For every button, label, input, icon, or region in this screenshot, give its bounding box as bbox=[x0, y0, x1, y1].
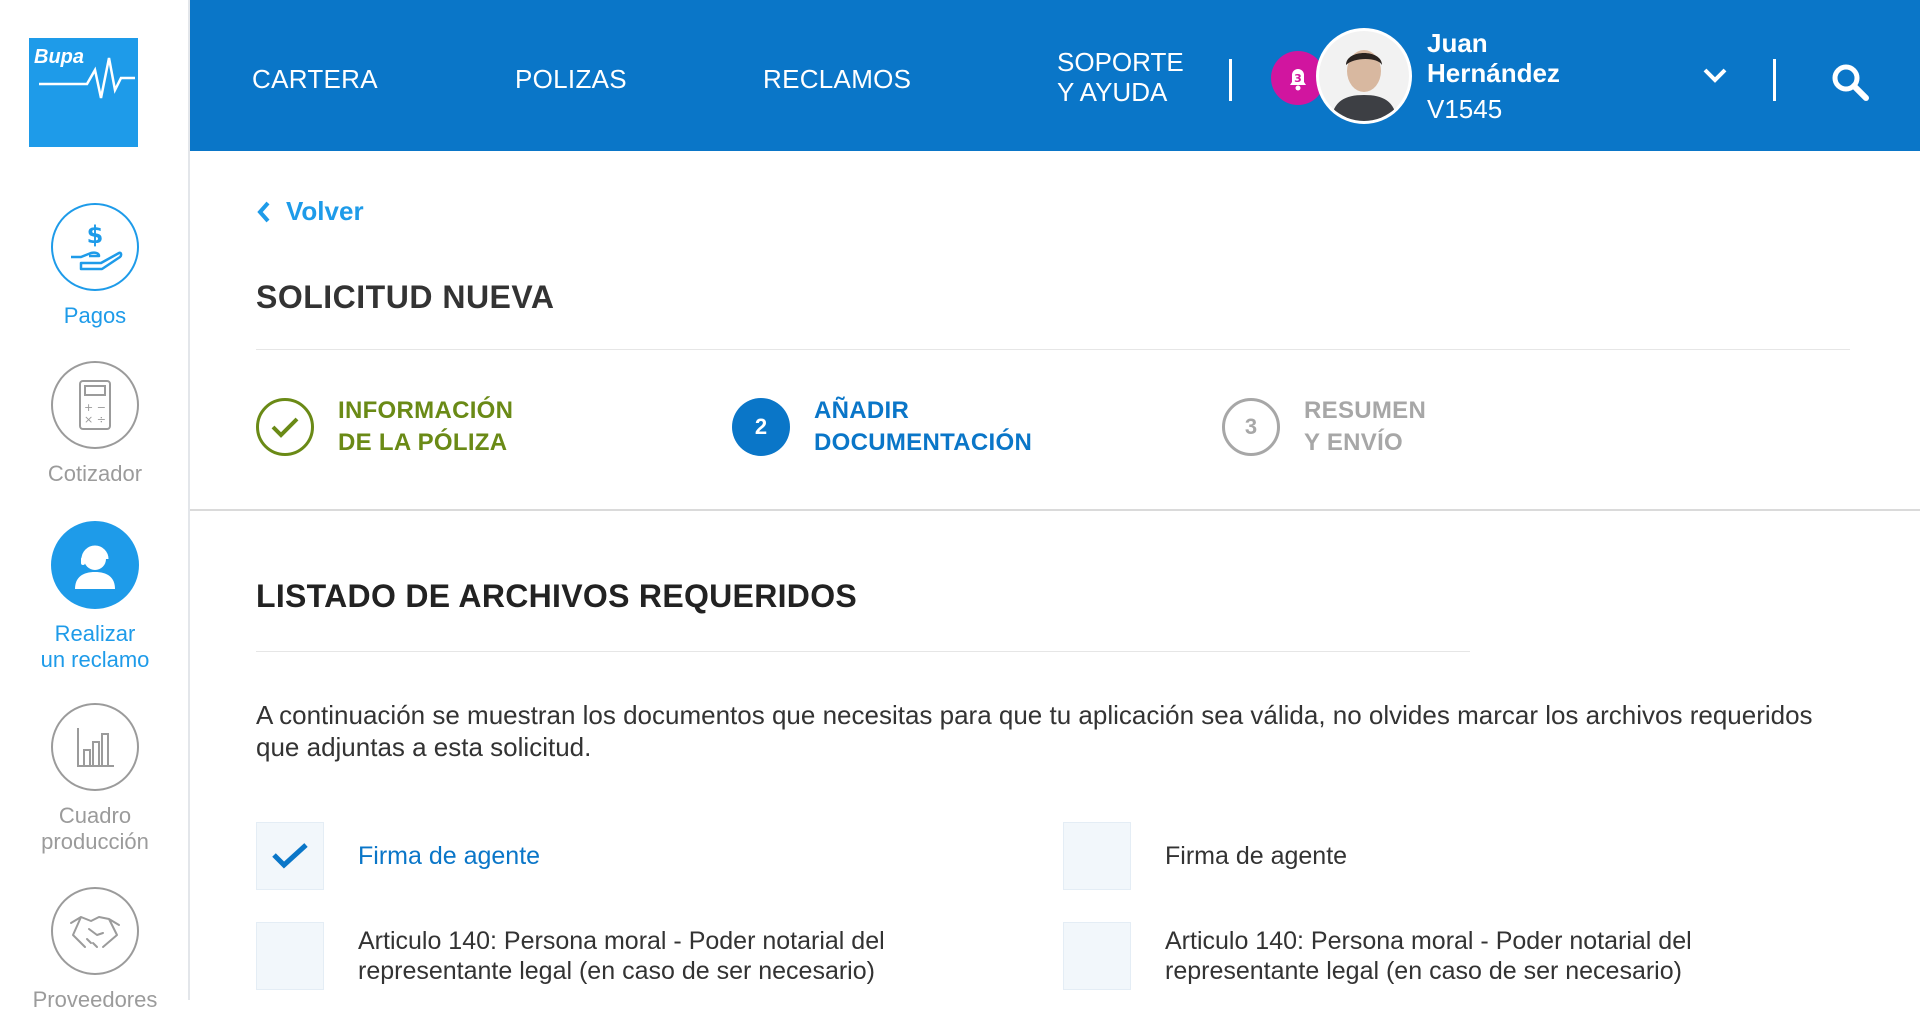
document-label-line: Articulo 140: Persona moral - Poder nota… bbox=[358, 927, 885, 955]
label-line: un reclamo bbox=[40, 647, 150, 672]
document-label: Articulo 140: Persona moral - Poder nota… bbox=[1165, 922, 1692, 986]
nav-polizas[interactable]: POLIZAS bbox=[515, 64, 627, 95]
check-icon bbox=[256, 398, 314, 456]
step-label-line: DOCUMENTACIÓN bbox=[814, 429, 1033, 456]
nav-reclamos[interactable]: RECLAMOS bbox=[763, 64, 911, 95]
sidebar-item-proveedores[interactable]: Proveedores bbox=[0, 887, 190, 1013]
divider bbox=[1773, 59, 1776, 101]
bupa-logo[interactable]: Bupa bbox=[29, 38, 138, 147]
document-item[interactable]: Articulo 140: Persona moral - Poder nota… bbox=[1063, 922, 1692, 990]
chevron-left-icon bbox=[257, 201, 270, 222]
search-icon[interactable] bbox=[1830, 62, 1870, 107]
user-name[interactable]: Juan Hernández bbox=[1427, 28, 1627, 88]
sidebar-item-reclamo[interactable]: Realizar un reclamo bbox=[0, 521, 190, 673]
user-code: V1545 bbox=[1427, 94, 1503, 124]
divider bbox=[190, 509, 1920, 511]
avatar[interactable] bbox=[1316, 28, 1412, 124]
document-item[interactable]: Firma de agente bbox=[256, 822, 540, 890]
step-number: 2 bbox=[732, 398, 790, 456]
step-label: AÑADIR DOCUMENTACIÓN bbox=[814, 395, 1032, 459]
support-agent-icon bbox=[51, 521, 139, 609]
document-label-line: representante legal (en caso de ser nece… bbox=[1165, 957, 1682, 985]
document-item[interactable]: Firma de agente bbox=[1063, 822, 1347, 890]
divider bbox=[256, 651, 1470, 652]
sidebar-item-pagos[interactable]: $ Pagos bbox=[0, 203, 190, 329]
svg-text:× ÷: × ÷ bbox=[84, 413, 106, 426]
sidebar-item-label: Pagos bbox=[63, 303, 127, 328]
sidebar-item-label: Cuadro producción bbox=[0, 803, 190, 855]
nav-line: Y AYUDA bbox=[1057, 77, 1168, 107]
step-label-line: AÑADIR bbox=[814, 397, 910, 424]
back-label: Volver bbox=[286, 196, 364, 226]
step-label: RESUMEN Y ENVÍO bbox=[1304, 395, 1426, 459]
sidebar-item-cotizador[interactable]: + − × ÷ Cotizador bbox=[0, 361, 190, 487]
step-resumen-envio: 3 RESUMEN Y ENVÍO bbox=[1222, 395, 1426, 459]
payment-hand-icon: $ bbox=[51, 203, 139, 291]
label-line: producción bbox=[41, 829, 149, 854]
step-label-line: INFORMACIÓN bbox=[338, 397, 514, 424]
chevron-down-icon[interactable] bbox=[1702, 66, 1728, 89]
top-navigation-bar: CARTERA POLIZAS RECLAMOS SOPORTE Y AYUDA… bbox=[190, 0, 1920, 151]
sidebar-item-label: Realizar un reclamo bbox=[0, 621, 190, 673]
label-line: Realizar bbox=[54, 621, 136, 646]
page-title: SOLICITUD NUEVA bbox=[256, 279, 555, 315]
document-item[interactable]: Articulo 140: Persona moral - Poder nota… bbox=[256, 922, 885, 990]
nav-soporte-ayuda[interactable]: SOPORTE Y AYUDA bbox=[1057, 47, 1184, 107]
step-informacion-poliza: INFORMACIÓN DE LA PÓLIZA bbox=[256, 395, 513, 459]
user-last-name: Hernández bbox=[1427, 58, 1560, 88]
description-text: A continuación se muestran los documento… bbox=[256, 700, 1813, 762]
handshake-icon bbox=[51, 887, 139, 975]
back-link[interactable]: Volver bbox=[256, 196, 364, 227]
checkmark-icon bbox=[272, 843, 308, 869]
user-first-name: Juan bbox=[1427, 28, 1488, 58]
document-label: Firma de agente bbox=[1165, 842, 1348, 870]
document-label: Articulo 140: Persona moral - Poder nota… bbox=[358, 922, 885, 986]
sidebar-item-cuadro-produccion[interactable]: Cuadro producción bbox=[0, 703, 190, 855]
step-label-line: RESUMEN bbox=[1304, 397, 1427, 424]
document-label-line: Articulo 140: Persona moral - Poder nota… bbox=[1165, 927, 1692, 955]
notification-count: 3 bbox=[1294, 72, 1302, 85]
bar-chart-icon bbox=[51, 703, 139, 791]
label-line: Cuadro bbox=[58, 803, 132, 828]
section-title: LISTADO DE ARCHIVOS REQUERIDOS bbox=[256, 578, 858, 614]
main-content: Volver SOLICITUD NUEVA INFORMACIÓN DE LA… bbox=[190, 151, 1920, 1000]
document-checkbox[interactable] bbox=[256, 922, 324, 990]
nav-line: SOPORTE bbox=[1057, 47, 1184, 77]
document-label-line: representante legal (en caso de ser nece… bbox=[358, 957, 875, 985]
svg-text:$: $ bbox=[87, 221, 104, 249]
sidebar-item-label: Cotizador bbox=[47, 461, 143, 486]
divider bbox=[1229, 59, 1232, 101]
step-label-line: DE LA PÓLIZA bbox=[338, 429, 508, 456]
step-label-line: Y ENVÍO bbox=[1304, 429, 1404, 456]
step-anadir-documentacion: 2 AÑADIR DOCUMENTACIÓN bbox=[732, 395, 1032, 459]
calculator-icon: + − × ÷ bbox=[51, 361, 139, 449]
document-label: Firma de agente bbox=[358, 842, 541, 870]
nav-cartera[interactable]: CARTERA bbox=[252, 64, 378, 95]
divider bbox=[256, 349, 1850, 350]
heartbeat-icon bbox=[39, 57, 135, 99]
document-checkbox[interactable] bbox=[1063, 922, 1131, 990]
sidebar: Bupa $ Pagos + − × ÷ Cotizador Realizar … bbox=[0, 0, 190, 1012]
document-checkbox[interactable] bbox=[256, 822, 324, 890]
sidebar-item-label: Proveedores bbox=[32, 987, 158, 1012]
document-checkbox[interactable] bbox=[1063, 822, 1131, 890]
step-number: 3 bbox=[1222, 398, 1280, 456]
step-label: INFORMACIÓN DE LA PÓLIZA bbox=[338, 395, 513, 459]
